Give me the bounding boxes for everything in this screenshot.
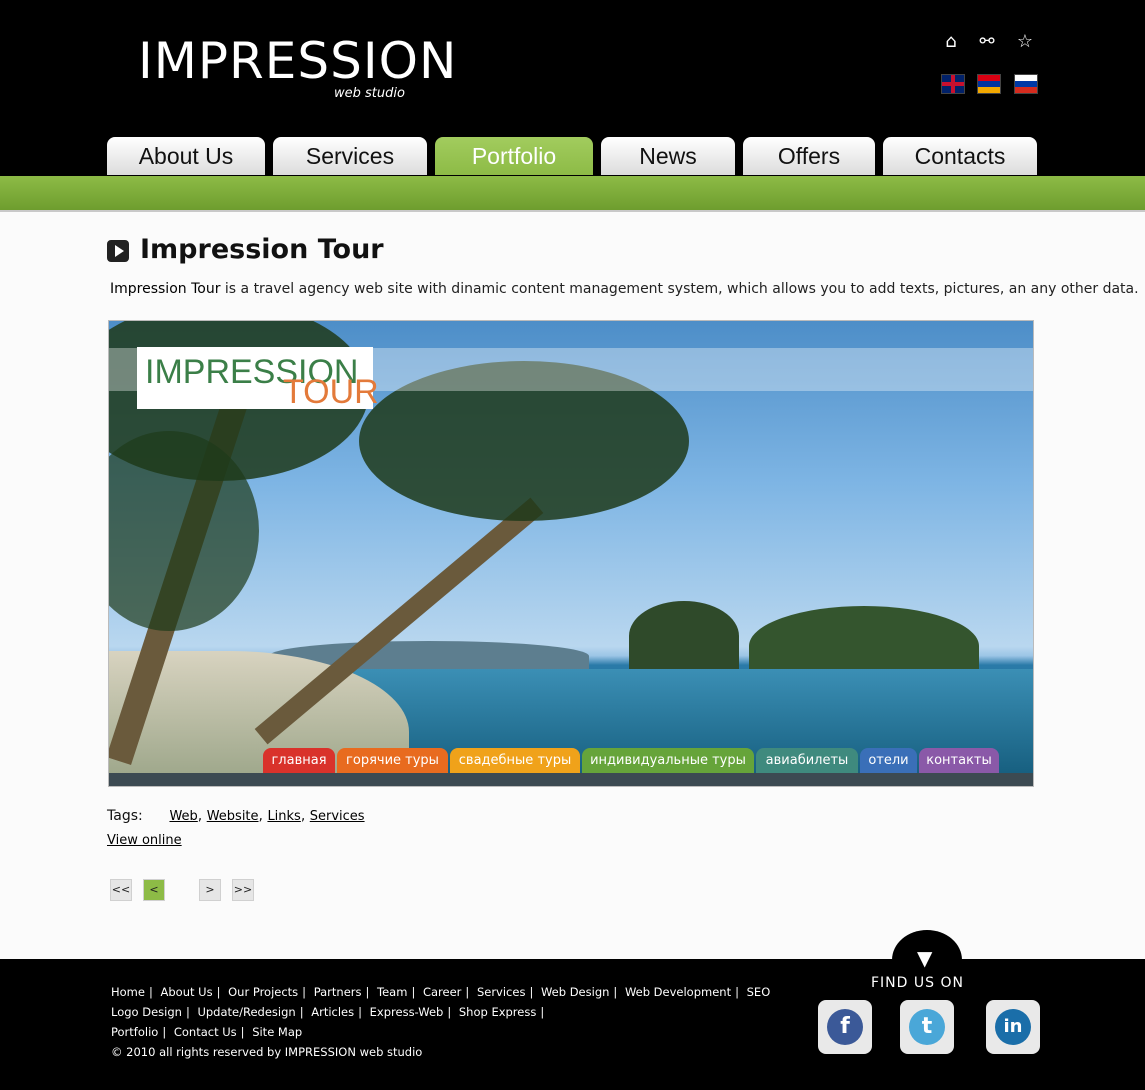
tag-link[interactable]: Services <box>310 809 365 824</box>
linkedin-icon[interactable]: in <box>986 1000 1040 1054</box>
view-online-link[interactable]: View online <box>107 833 182 848</box>
screenshot-menu-item: индивидуальные туры <box>582 748 754 773</box>
tags-label: Tags: <box>107 808 143 824</box>
tag-link[interactable]: Links <box>267 809 300 824</box>
footer-link[interactable]: Portfolio <box>111 1025 158 1039</box>
page-title: Impression Tour <box>140 234 384 265</box>
top-icons: ⌂ ⚯ ☆ <box>940 31 1040 55</box>
island-shape <box>629 601 739 671</box>
tag-link[interactable]: Website <box>207 809 259 824</box>
armenia-flag-icon[interactable] <box>977 74 1001 94</box>
footer-link[interactable]: Contact Us <box>174 1025 237 1039</box>
footer-links-row: Portfolio | Contact Us | Site Map <box>111 1025 303 1039</box>
screenshot-menu: главная горячие туры свадебные туры инди… <box>109 748 1033 773</box>
find-us-label: FIND US ON <box>871 975 964 991</box>
sitemap-icon[interactable]: ⚯ <box>976 31 998 53</box>
intro-text: Impression Tour is a travel agency web s… <box>110 281 1139 297</box>
screenshot-menu-item: авиабилеты <box>756 748 858 773</box>
facebook-icon[interactable]: f <box>818 1000 872 1054</box>
footer-link[interactable]: Web Development <box>625 985 731 999</box>
tab-news[interactable]: News <box>601 137 735 175</box>
footer-link[interactable]: Articles <box>311 1005 354 1019</box>
footer-link[interactable]: About Us <box>161 985 213 999</box>
footer-links: Home | About Us | Our Projects | Partners | … <box>111 982 770 1062</box>
footer-links-row: Home | About Us | Our Projects | Partners | … <box>111 985 771 999</box>
tab-contacts[interactable]: Contacts <box>883 137 1037 175</box>
footer-link[interactable]: Career <box>423 985 461 999</box>
nav-green-bar <box>0 176 1145 212</box>
portfolio-screenshot[interactable]: IMPRESSION TOUR главная горячие туры сва… <box>108 320 1034 787</box>
tour-logo-line2: TOUR <box>283 373 379 411</box>
screenshot-menu-item: отели <box>860 748 917 773</box>
arrow-icon <box>107 240 129 262</box>
footer-link[interactable]: Our Projects <box>228 985 298 999</box>
logo-subtitle: web studio <box>334 86 405 101</box>
tab-portfolio[interactable]: Portfolio <box>435 137 593 175</box>
tab-offers[interactable]: Offers <box>743 137 875 175</box>
tags-row: Tags: Web, Website, Links, Services <box>107 808 365 824</box>
tag-link[interactable]: Web <box>169 809 197 824</box>
pager-prev-button[interactable]: < <box>143 879 165 901</box>
logo-text: IMPRESSION <box>138 32 458 90</box>
footer-links-row: Logo Design | Update/Redesign | Articles | … <box>111 1005 545 1019</box>
footer-link[interactable]: Logo Design <box>111 1005 182 1019</box>
screenshot-menu-item: свадебные туры <box>450 748 580 773</box>
twitter-glyph: t <box>909 1009 945 1045</box>
copyright: © 2010 all rights reserved by IMPRESSION… <box>111 1045 423 1059</box>
footer-link[interactable]: Express-Web <box>370 1005 444 1019</box>
screenshot-menu-item: горячие туры <box>337 748 448 773</box>
footer-link[interactable]: Web Design <box>541 985 609 999</box>
footer-link[interactable]: Site Map <box>252 1025 302 1039</box>
footer-link[interactable]: Update/Redesign <box>197 1005 295 1019</box>
screenshot-menu-item: контакты <box>919 748 999 773</box>
twitter-icon[interactable]: t <box>900 1000 954 1054</box>
home-icon[interactable]: ⌂ <box>940 31 962 53</box>
footer-link[interactable]: Home <box>111 985 145 999</box>
pager-first-button[interactable]: << <box>110 879 132 901</box>
tour-logo: IMPRESSION TOUR <box>137 347 379 411</box>
tab-about-us[interactable]: About Us <box>107 137 265 175</box>
pager-next-button[interactable]: > <box>199 879 221 901</box>
russia-flag-icon[interactable] <box>1014 74 1038 94</box>
facebook-glyph: f <box>827 1009 863 1045</box>
footer-link[interactable]: SEO <box>747 985 771 999</box>
main-nav: About Us Services Portfolio News Offers … <box>0 137 1145 177</box>
pager-last-button[interactable]: >> <box>232 879 254 901</box>
intro-strong: Impression Tour <box>110 281 221 297</box>
footer-link[interactable]: Partners <box>314 985 362 999</box>
footer-link[interactable]: Services <box>477 985 526 999</box>
logo[interactable]: IMPRESSION web studio <box>138 32 458 101</box>
uk-flag-icon[interactable] <box>941 74 965 94</box>
tab-services[interactable]: Services <box>273 137 427 175</box>
footer-link[interactable]: Team <box>377 985 407 999</box>
screenshot-bottom-strip <box>109 773 1033 786</box>
screenshot-menu-item: главная <box>263 748 335 773</box>
intro-rest: is a travel agency web site with dinamic… <box>220 281 1139 297</box>
footer-link[interactable]: Shop Express <box>459 1005 537 1019</box>
favorite-icon[interactable]: ☆ <box>1014 31 1036 53</box>
linkedin-glyph: in <box>995 1009 1031 1045</box>
